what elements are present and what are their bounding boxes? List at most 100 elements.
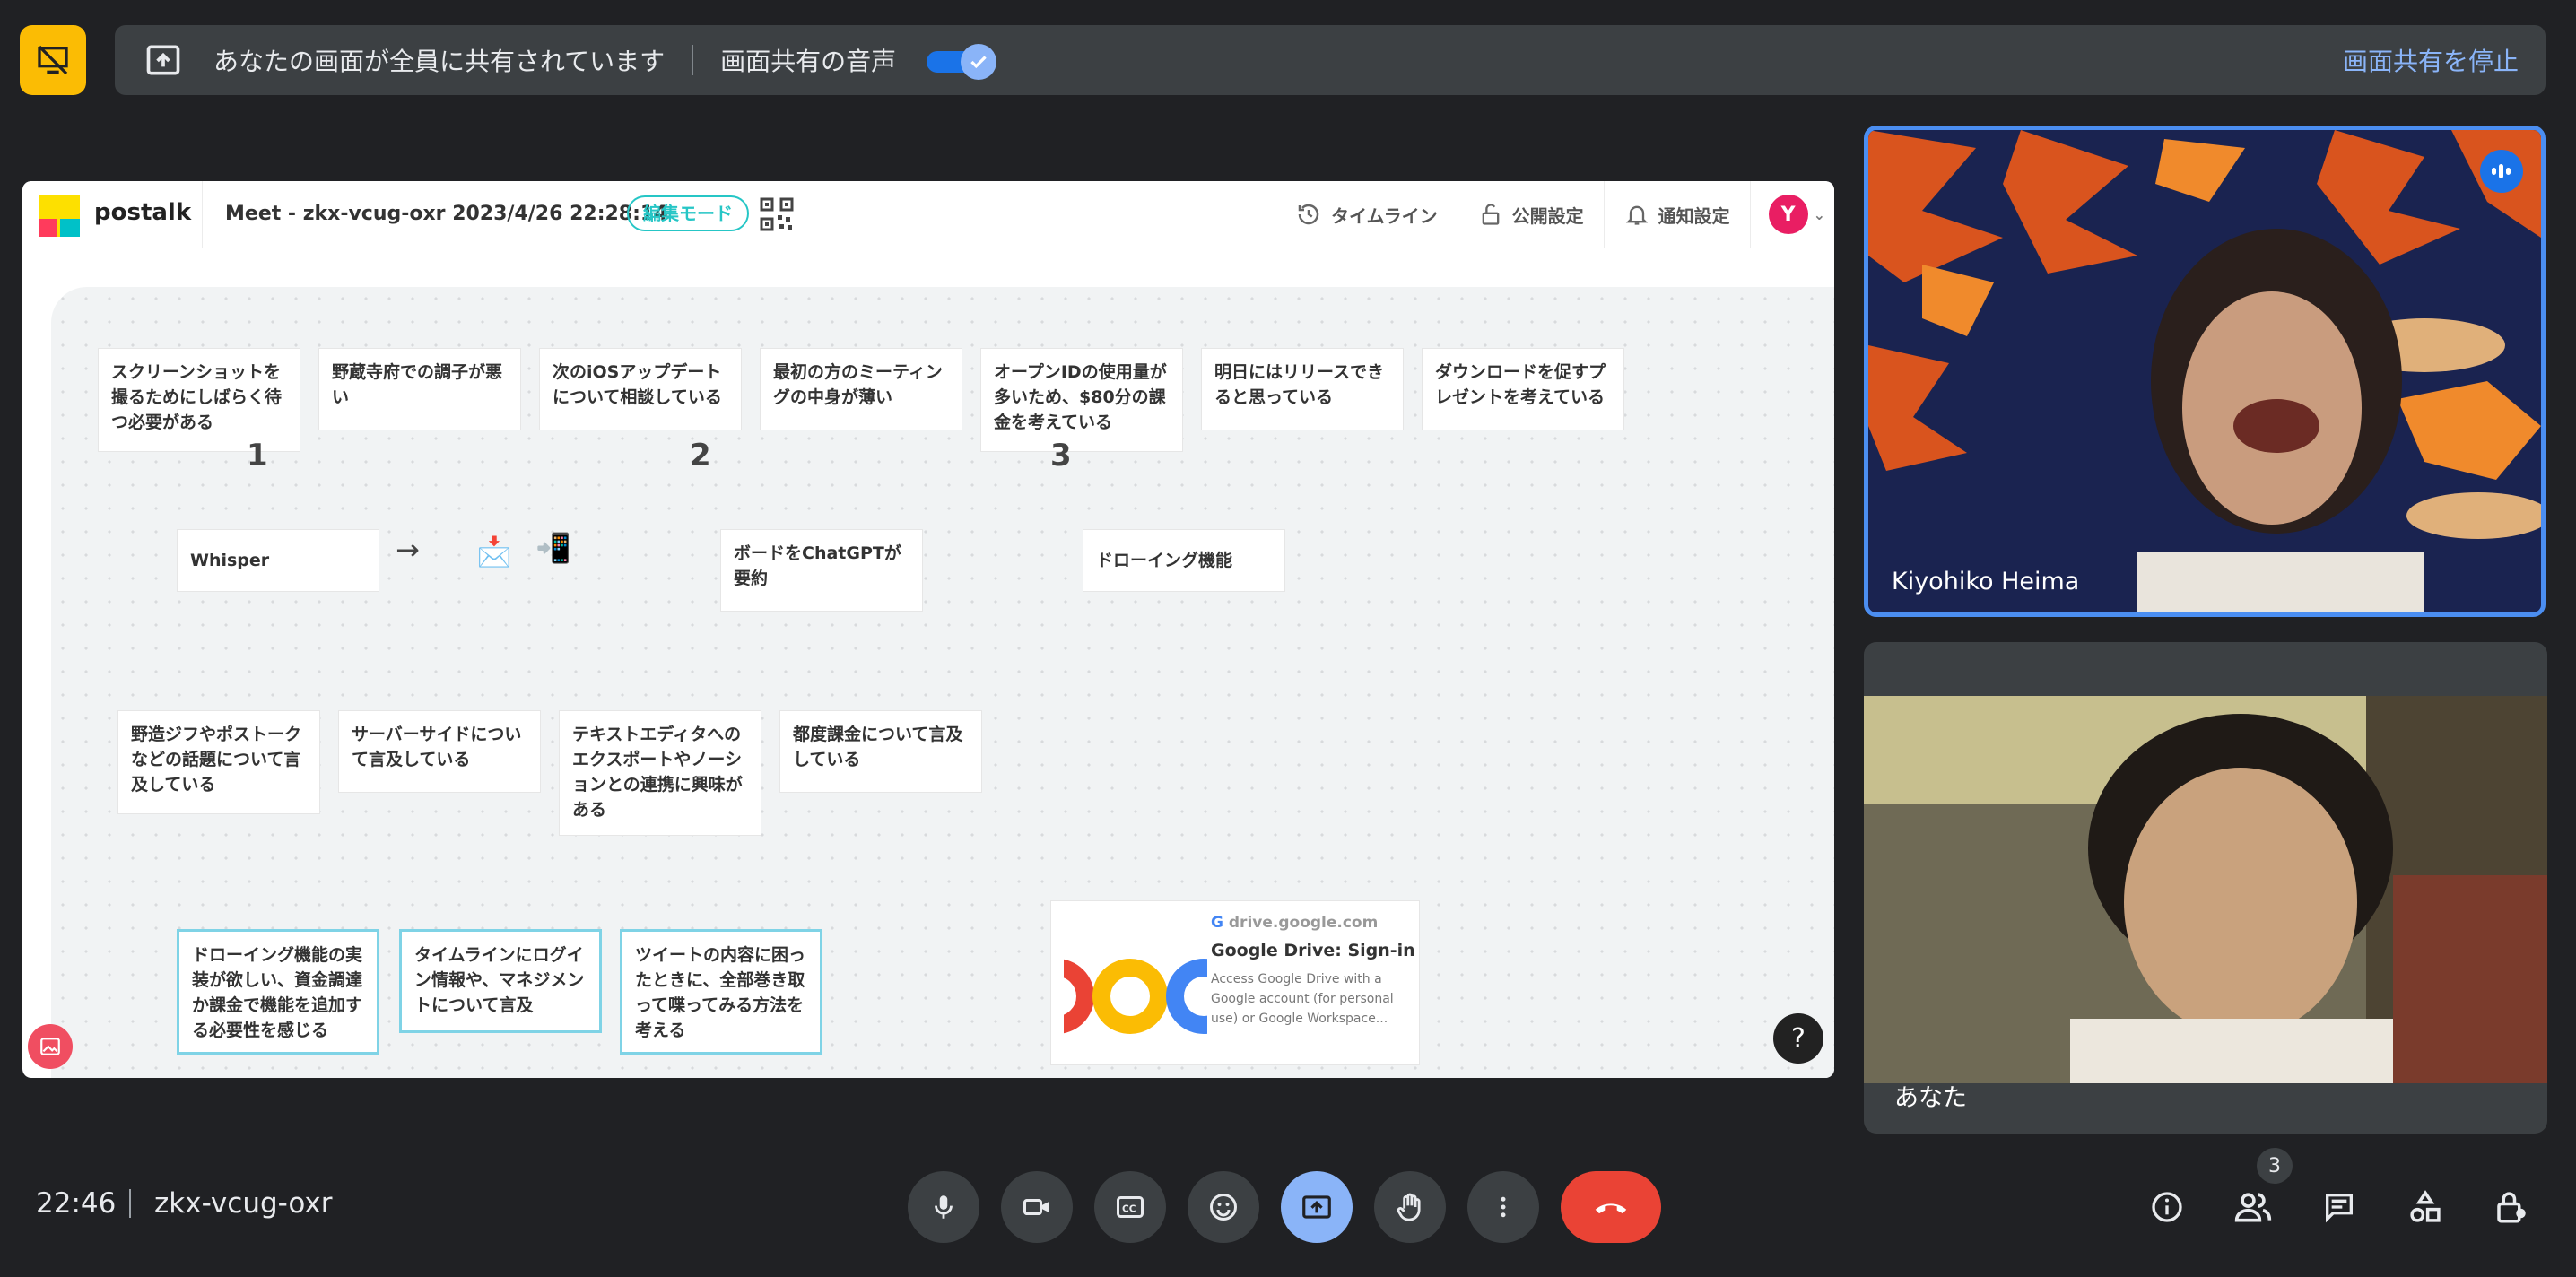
public-settings-label: 公開設定 (1511, 204, 1584, 227)
microphone-button[interactable] (908, 1171, 979, 1243)
participant-tile-remote[interactable]: Kiyohiko Heima (1864, 126, 2546, 617)
participant-name: あなた (1894, 1084, 1967, 1112)
participant-tile-self[interactable]: あなた (1864, 642, 2547, 1134)
sticky-note[interactable]: テキストエディタへのエクスポートやノーションとの連携に興味がある (559, 710, 761, 836)
hang-up-icon (1595, 1203, 1627, 1214)
link-domain-text: drive.google.com (1228, 914, 1379, 932)
sticky-note-highlighted[interactable]: ツイートの内容に困ったときに、全部巻き取って喋ってみる方法を考える (620, 929, 822, 1055)
postalk-nav: タイムライン 公開設定 通知設定 Y ⌄ (1274, 181, 1834, 248)
qr-code-icon[interactable] (760, 197, 794, 231)
screen-share-warning-icon[interactable] (20, 25, 86, 95)
people-icon (2234, 1193, 2272, 1222)
mail-icon: 📩 (476, 534, 512, 569)
share-audio-toggle[interactable] (927, 44, 997, 80)
sticky-note[interactable]: ダウンロードを促すプレゼントを考えている (1422, 348, 1624, 430)
link-preview-card[interactable]: G drive.google.com Google Drive: Sign-in… (1050, 900, 1420, 1065)
reactions-button[interactable] (1188, 1171, 1259, 1243)
shapes-icon (2410, 1190, 2441, 1222)
video-camera-icon (1023, 1199, 1049, 1215)
phone-icon: 📲 (535, 531, 571, 565)
video-feed (1868, 130, 2541, 612)
public-settings-nav-item[interactable]: 公開設定 (1457, 181, 1604, 248)
sticky-note-highlighted[interactable]: ドローイング機能の実装が欲しい、資金調達か課金で機能を追加する必要性を感じる (177, 929, 379, 1055)
google-logo-thumbnail (1064, 914, 1207, 1050)
edit-mode-badge[interactable]: 編集モード (627, 195, 749, 231)
postalk-logo (39, 195, 80, 237)
sticky-note[interactable]: 明日にはリリースできると思っている (1201, 348, 1404, 430)
section-number: 1 (247, 438, 268, 473)
link-domain: G drive.google.com (1211, 914, 1378, 932)
sticky-note[interactable]: 次のiOSアップデートについて相談している (539, 348, 742, 430)
svg-text:CC: CC (1122, 1203, 1136, 1214)
divider (692, 45, 694, 75)
section-number: 3 (1050, 438, 1072, 473)
video-feed (1864, 696, 2547, 1083)
leave-call-button[interactable] (1561, 1171, 1661, 1243)
people-button[interactable] (2224, 1178, 2282, 1236)
section-number: 2 (690, 438, 711, 473)
info-icon (2152, 1192, 2182, 1222)
hand-icon (1397, 1193, 1421, 1221)
help-button[interactable]: ? (1773, 1013, 1823, 1064)
image-icon (40, 1038, 60, 1055)
no-presentation-icon (38, 45, 68, 75)
screen-share-banner: あなたの画面が全員に共有されています 画面共有の音声 画面共有を停止 (115, 25, 2546, 95)
notify-settings-label: 通知設定 (1658, 204, 1730, 227)
unlock-icon (1482, 204, 1499, 225)
captions-button[interactable]: CC (1094, 1171, 1166, 1243)
image-upload-button[interactable] (28, 1024, 73, 1069)
chat-icon (2326, 1194, 2353, 1223)
sticky-note[interactable]: オープンIDの使用量が多いため、$80分の課金を考えている (980, 348, 1183, 452)
raise-hand-button[interactable] (1374, 1171, 1446, 1243)
history-icon (1298, 204, 1319, 225)
more-options-button[interactable] (1467, 1171, 1539, 1243)
activities-button[interactable] (2397, 1178, 2454, 1236)
postalk-header: postalk Meet - zkx-vcug-oxr 2023/4/26 22… (22, 181, 1834, 248)
host-controls-button[interactable] (2483, 1178, 2540, 1236)
sticky-note[interactable]: ドローイング機能 (1083, 529, 1285, 592)
sticky-note[interactable]: 野造ジフやポストークなどの話題について言及している (117, 710, 320, 814)
current-time: 22:46 (36, 1187, 117, 1220)
share-audio-label: 画面共有の音声 (720, 47, 897, 76)
emoji-icon (1210, 1194, 1237, 1221)
user-menu[interactable]: Y ⌄ (1749, 181, 1834, 248)
present-screen-button[interactable] (1281, 1171, 1353, 1243)
divider (129, 1189, 131, 1218)
camera-button[interactable] (1001, 1171, 1073, 1243)
check-icon (961, 44, 997, 80)
sticky-note[interactable]: サーバーサイドについて言及している (338, 710, 541, 793)
meeting-code: zkx-vcug-oxr (154, 1187, 333, 1220)
timeline-label: タイムライン (1330, 204, 1438, 227)
shared-screen: postalk Meet - zkx-vcug-oxr 2023/4/26 22… (22, 181, 1834, 1078)
chevron-down-icon: ⌄ (1813, 205, 1825, 223)
sticky-note[interactable]: スクリーンショットを撮るためにしばらく待つ必要がある (98, 348, 300, 452)
share-status-text: あなたの画面が全員に共有されています (213, 47, 666, 76)
sticky-note[interactable]: ボードをChatGPTが要約 (720, 529, 923, 612)
stop-sharing-button[interactable]: 画面共有を停止 (2343, 42, 2519, 78)
sticky-note[interactable]: Whisper (177, 529, 379, 592)
postalk-brand: postalk (94, 199, 192, 226)
present-upload-icon (1302, 1195, 1331, 1219)
sticky-note[interactable]: 最初の方のミーティングの中身が薄い (760, 348, 962, 430)
present-upload-icon (142, 39, 185, 82)
closed-captions-icon: CC (1117, 1196, 1144, 1218)
bell-icon (1625, 205, 1648, 225)
more-vert-icon (1501, 1196, 1506, 1218)
microphone-icon (935, 1195, 953, 1219)
postalk-board[interactable]: スクリーンショットを撮るためにしばらく待つ必要がある 野蔵寺府での調子が悪い 次… (51, 287, 1834, 1078)
sticky-note-highlighted[interactable]: タイムラインにログイン情報や、マネジメントについて言及 (399, 929, 602, 1033)
notify-settings-nav-item[interactable]: 通知設定 (1603, 181, 1750, 248)
link-title: Google Drive: Sign-in (1211, 941, 1415, 960)
sticky-note[interactable]: 野蔵寺府での調子が悪い (318, 348, 521, 430)
link-description: Access Google Drive with a Google accoun… (1211, 972, 1394, 1026)
lock-person-icon (2497, 1192, 2526, 1223)
speaking-indicator-icon (2480, 150, 2523, 193)
arrow-right: → (396, 533, 420, 567)
google-g-icon: G (1211, 914, 1223, 932)
chat-button[interactable] (2311, 1178, 2368, 1236)
avatar: Y (1768, 195, 1808, 234)
board-title[interactable]: Meet - zkx-vcug-oxr 2023/4/26 22:28:14 (225, 203, 668, 225)
timeline-nav-item[interactable]: タイムライン (1274, 181, 1458, 248)
sticky-note[interactable]: 都度課金について言及している (779, 710, 982, 793)
meeting-details-button[interactable] (2138, 1178, 2196, 1236)
